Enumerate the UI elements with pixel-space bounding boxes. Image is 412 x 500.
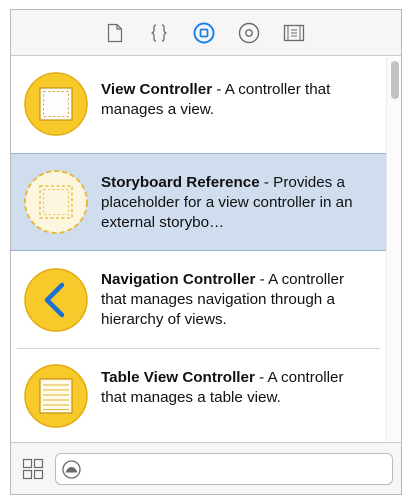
snippet-library-icon[interactable]: [282, 21, 306, 45]
list-item-title: Navigation Controller: [101, 271, 256, 288]
view-controller-icon: [23, 71, 89, 137]
list-item-title: Table View Controller: [101, 369, 255, 386]
storyboard-reference-icon: [23, 169, 89, 235]
file-icon[interactable]: [103, 21, 127, 45]
list-item-text: Table View Controller - A controller tha…: [101, 368, 371, 408]
list-item[interactable]: View Controller - A controller that mana…: [11, 57, 386, 153]
inspector-toolbar: [11, 10, 401, 56]
scrollbar[interactable]: [386, 57, 401, 442]
list-item-text: Navigation Controller - A controller tha…: [101, 270, 371, 330]
filter-field[interactable]: [55, 453, 393, 485]
filter-icon: [62, 460, 81, 479]
object-library-icon[interactable]: [192, 21, 216, 45]
list-item-selected[interactable]: Storyboard Reference - Provides a placeh…: [11, 153, 386, 251]
navigation-controller-icon: [23, 267, 89, 333]
scrollbar-thumb[interactable]: [391, 61, 399, 99]
object-list: View Controller - A controller that mana…: [11, 57, 386, 442]
grid-view-icon[interactable]: [22, 458, 44, 480]
list-item[interactable]: Navigation Controller - A controller tha…: [11, 251, 386, 347]
list-item-text: View Controller - A controller that mana…: [101, 80, 371, 120]
object-library-panel: View Controller - A controller that mana…: [10, 9, 402, 495]
list-item[interactable]: Table View Controller - A controller tha…: [11, 349, 386, 442]
media-library-icon[interactable]: [237, 21, 261, 45]
list-item-title: Storyboard Reference: [101, 174, 260, 191]
filter-input[interactable]: [86, 456, 386, 482]
list-item-title: View Controller: [101, 81, 213, 98]
list-item-text: Storyboard Reference - Provides a placeh…: [101, 173, 371, 233]
library-bottom-bar: [11, 442, 401, 494]
table-view-controller-icon: [23, 363, 89, 429]
braces-icon[interactable]: [147, 21, 171, 45]
